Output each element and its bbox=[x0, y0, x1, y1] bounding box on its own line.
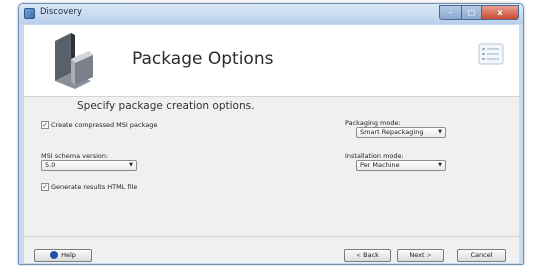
page-subtitle: Specify package creation options. bbox=[77, 100, 255, 112]
next-button[interactable]: Next > bbox=[397, 249, 444, 262]
maximize-button[interactable]: □ bbox=[461, 5, 481, 20]
window-title: Discovery bbox=[40, 7, 82, 17]
document-list-icon bbox=[478, 43, 504, 65]
wizard-header: Package Options bbox=[24, 25, 519, 97]
installation-mode-value: Per Machine bbox=[360, 161, 400, 169]
installation-mode-select[interactable]: Per Machine ▼ bbox=[356, 160, 446, 171]
help-button[interactable]: Help bbox=[34, 249, 92, 262]
page-title: Package Options bbox=[132, 49, 274, 69]
app-icon bbox=[24, 8, 35, 19]
msi-schema-version-label: MSI schema version: bbox=[41, 152, 109, 160]
packaging-mode-label: Packaging mode: bbox=[345, 119, 401, 127]
help-icon bbox=[50, 251, 59, 259]
compressed-msi-checkbox[interactable]: ✓ bbox=[41, 121, 49, 129]
msi-schema-version-value: 5.0 bbox=[45, 161, 56, 169]
msi-schema-version-select[interactable]: 5.0 ▼ bbox=[41, 160, 137, 171]
packaging-mode-select[interactable]: Smart Repackaging ▼ bbox=[356, 127, 446, 138]
generate-html-checkbox[interactable]: ✓ bbox=[41, 183, 49, 191]
generate-html-option[interactable]: ✓ Generate results HTML file bbox=[41, 183, 137, 191]
chevron-down-icon: ▼ bbox=[438, 129, 442, 135]
title-bar[interactable]: Discovery – □ x bbox=[19, 4, 523, 24]
chevron-down-icon: ▼ bbox=[129, 162, 133, 168]
back-arrow-icon: < bbox=[356, 252, 362, 259]
generate-html-label: Generate results HTML file bbox=[51, 183, 138, 191]
compressed-msi-option[interactable]: ✓ Create compressed MSI package bbox=[41, 121, 157, 129]
back-button[interactable]: < Back bbox=[344, 249, 391, 262]
discovery-window: Discovery – □ x Package Options Specify bbox=[18, 3, 524, 265]
compressed-msi-label: Create compressed MSI package bbox=[51, 121, 158, 129]
minimize-button[interactable]: – bbox=[439, 5, 461, 20]
next-button-label: Next bbox=[409, 251, 425, 259]
cancel-button-label: Cancel bbox=[470, 251, 493, 259]
window-controls: – □ x bbox=[439, 5, 519, 20]
packaging-mode-value: Smart Repackaging bbox=[360, 128, 424, 136]
help-button-label: Help bbox=[61, 251, 76, 259]
cancel-button[interactable]: Cancel bbox=[457, 249, 506, 262]
wizard-footer bbox=[24, 236, 519, 263]
installation-mode-label: Installation mode: bbox=[345, 152, 404, 160]
close-button[interactable]: x bbox=[481, 5, 519, 20]
next-arrow-icon: > bbox=[426, 252, 432, 259]
back-button-label: Back bbox=[363, 251, 379, 259]
package-logo-icon bbox=[55, 33, 93, 89]
chevron-down-icon: ▼ bbox=[438, 162, 442, 168]
